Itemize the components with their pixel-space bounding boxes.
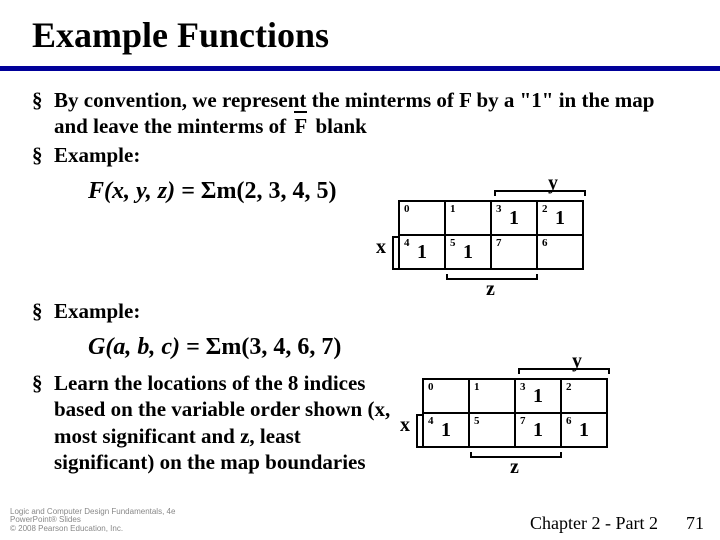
copyright-block: Logic and Computer Design Fundamentals, …	[10, 508, 175, 534]
kmap-f-table: 0 1 31 21 41 51 7 6	[398, 200, 584, 270]
eq1-args: (2, 3, 4, 5)	[236, 178, 336, 204]
table-row: 41 5 71 61	[423, 413, 607, 447]
bullet-1-post: blank	[310, 114, 367, 138]
kmap-cell: 61	[561, 413, 607, 447]
kmap-f-x-bracket	[392, 236, 398, 270]
cell-idx: 0	[428, 381, 434, 393]
cell-val: 1	[533, 419, 543, 441]
bullet-2: § Example:	[30, 142, 690, 168]
slide-title: Example Functions	[32, 14, 690, 56]
footer-chapter: Chapter 2 - Part 2	[530, 513, 658, 534]
kmap-g-y-bracket	[518, 368, 610, 374]
cell-idx: 5	[474, 415, 480, 427]
cell-val: 1	[463, 241, 473, 263]
table-row: 41 51 7 6	[399, 235, 583, 269]
cell-idx: 6	[566, 415, 572, 427]
eq1-lhs: F(x, y, z) =	[88, 178, 201, 204]
cell-idx: 2	[566, 381, 572, 393]
kmap-cell: 41	[399, 235, 445, 269]
cell-idx: 4	[404, 237, 410, 249]
cell-val: 1	[417, 241, 427, 263]
kmap-cell: 7	[491, 235, 537, 269]
kmap-cell: 1	[469, 379, 515, 413]
kmap-cell: 0	[399, 201, 445, 235]
table-row: 0 1 31 2	[423, 379, 607, 413]
cell-val: 1	[509, 207, 519, 229]
bullet-1: § By convention, we represent the minter…	[30, 87, 690, 140]
cell-idx: 6	[542, 237, 548, 249]
cell-idx: 3	[496, 203, 502, 215]
kmap-g-table: 0 1 31 2 41 5 71 61	[422, 378, 608, 448]
kmap-cell: 2	[561, 379, 607, 413]
cell-val: 1	[533, 385, 543, 407]
bullet-mark-icon: §	[30, 87, 54, 140]
kmap-f-z-label: z	[486, 278, 495, 301]
footer-page: 71	[686, 513, 704, 534]
kmap-g-x-bracket	[416, 414, 422, 448]
bullet-4-text: Learn the locations of the 8 indices bas…	[54, 370, 400, 475]
kmap-cell: 41	[423, 413, 469, 447]
kmap-g-z-label: z	[510, 456, 519, 479]
cell-idx: 7	[520, 415, 526, 427]
bullet-1-text: By convention, we represent the minterms…	[54, 87, 690, 140]
bullet-3: § Example:	[30, 298, 690, 324]
kmap-cell: 1	[445, 201, 491, 235]
kmap-cell: 6	[537, 235, 583, 269]
kmap-cell: 31	[491, 201, 537, 235]
cell-idx: 2	[542, 203, 548, 215]
cell-idx: 5	[450, 237, 456, 249]
cell-idx: 0	[404, 203, 410, 215]
kmap-cell: 31	[515, 379, 561, 413]
table-row: 0 1 31 21	[399, 201, 583, 235]
kmap-cell: 0	[423, 379, 469, 413]
kmap-cell: 71	[515, 413, 561, 447]
equation-f: F(x, y, z) = Σm(2, 3, 4, 5)	[88, 176, 336, 206]
kmap-cell: 21	[537, 201, 583, 235]
copyright-line: © 2008 Pearson Education, Inc.	[10, 525, 175, 534]
eq2-sigma: Σm	[206, 334, 242, 360]
kmap-cell: 51	[445, 235, 491, 269]
kmap-f-y-bracket	[494, 190, 586, 196]
bullet-4: § Learn the locations of the 8 indices b…	[30, 370, 400, 475]
equation-g: G(a, b, c) = Σm(3, 4, 6, 7)	[88, 332, 341, 362]
cell-val: 1	[441, 419, 451, 441]
cell-idx: 7	[496, 237, 502, 249]
bullet-3-text: Example:	[54, 298, 690, 324]
title-rule	[0, 66, 720, 71]
kmap-g-x-label: x	[400, 414, 410, 437]
bullet-mark-icon: §	[30, 298, 54, 324]
kmap-cell: 5	[469, 413, 515, 447]
slide: Example Functions § By convention, we re…	[0, 0, 720, 540]
kmap-f-x-label: x	[376, 236, 386, 259]
bullet-mark-icon: §	[30, 370, 54, 475]
f-complement: F	[294, 113, 307, 139]
eq2-args: (3, 4, 6, 7)	[241, 334, 341, 360]
bullet-2-text: Example:	[54, 142, 690, 168]
cell-idx: 3	[520, 381, 526, 393]
kmap-g: y x 0 1 31 2 41 5 71 61 z	[422, 378, 608, 448]
cell-idx: 1	[450, 203, 456, 215]
cell-val: 1	[555, 207, 565, 229]
eq2-lhs: G(a, b, c) =	[88, 334, 206, 360]
cell-val: 1	[579, 419, 589, 441]
eq1-sigma: Σm	[201, 178, 237, 204]
bullet-mark-icon: §	[30, 142, 54, 168]
cell-idx: 4	[428, 415, 434, 427]
kmap-f: y x 0 1 31 21 41 51 7 6 z	[398, 200, 584, 270]
cell-idx: 1	[474, 381, 480, 393]
